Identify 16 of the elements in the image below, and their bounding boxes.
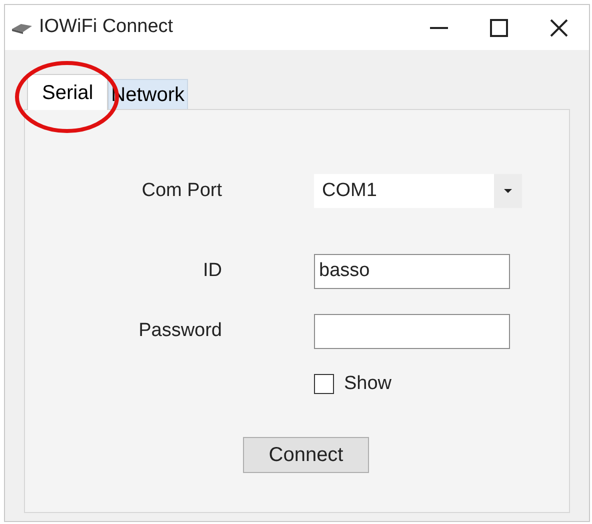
- connect-button[interactable]: Connect: [243, 437, 369, 473]
- chip-icon: [11, 22, 33, 34]
- close-icon: [550, 18, 568, 36]
- id-field[interactable]: basso: [314, 254, 510, 288]
- com-port-dropdown[interactable]: COM1: [314, 174, 522, 208]
- maximize-icon: [490, 18, 508, 36]
- show-checkbox[interactable]: [314, 374, 334, 394]
- field-label: Password: [138, 318, 222, 343]
- password-field[interactable]: [314, 314, 510, 348]
- minimize-icon: [430, 26, 448, 28]
- tab[interactable]: Serial: [27, 74, 108, 110]
- field-label: ID: [202, 258, 222, 283]
- field-label: Com Port: [140, 178, 222, 203]
- caret-icon: [504, 189, 512, 193]
- window-title: IOWiFi Connect: [39, 15, 174, 40]
- checkbox-label: Show: [344, 372, 392, 396]
